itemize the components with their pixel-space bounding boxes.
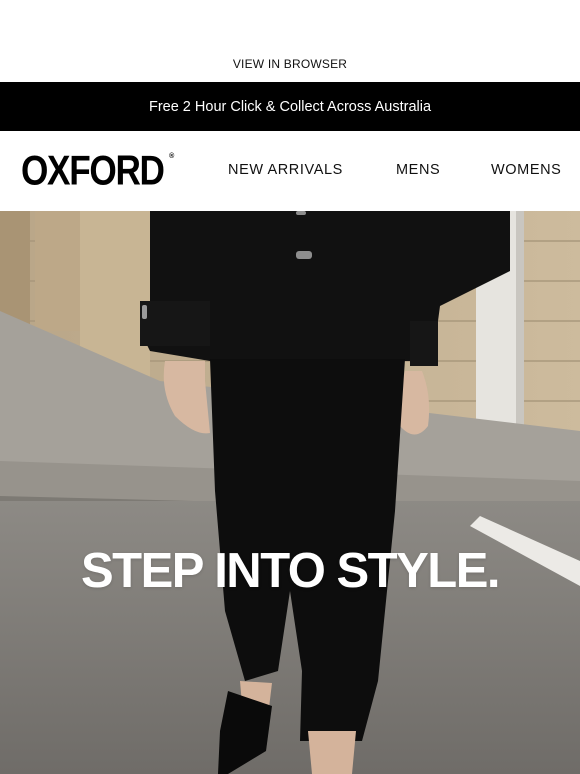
promo-text: Free 2 Hour Click & Collect Across Austr… bbox=[148, 98, 432, 115]
promo-banner[interactable]: Free 2 Hour Click & Collect Across Austr… bbox=[0, 82, 580, 131]
view-in-browser-bar: VIEW IN BROWSER bbox=[0, 0, 580, 82]
nav-womens[interactable]: WOMENS bbox=[491, 162, 561, 178]
hero-image bbox=[0, 211, 580, 774]
nav-new-arrivals[interactable]: NEW ARRIVALS bbox=[228, 162, 343, 178]
nav-mens[interactable]: MENS bbox=[396, 162, 440, 178]
hero-banner[interactable]: STEP INTO STYLE. bbox=[0, 211, 580, 774]
main-nav: NEW ARRIVALS MENS WOMENS bbox=[0, 131, 580, 211]
site-header: OXFORD ® NEW ARRIVALS MENS WOMENS bbox=[0, 131, 580, 211]
hero-headline: STEP INTO STYLE. bbox=[80, 544, 501, 598]
view-in-browser-link[interactable]: VIEW IN BROWSER bbox=[233, 57, 347, 71]
